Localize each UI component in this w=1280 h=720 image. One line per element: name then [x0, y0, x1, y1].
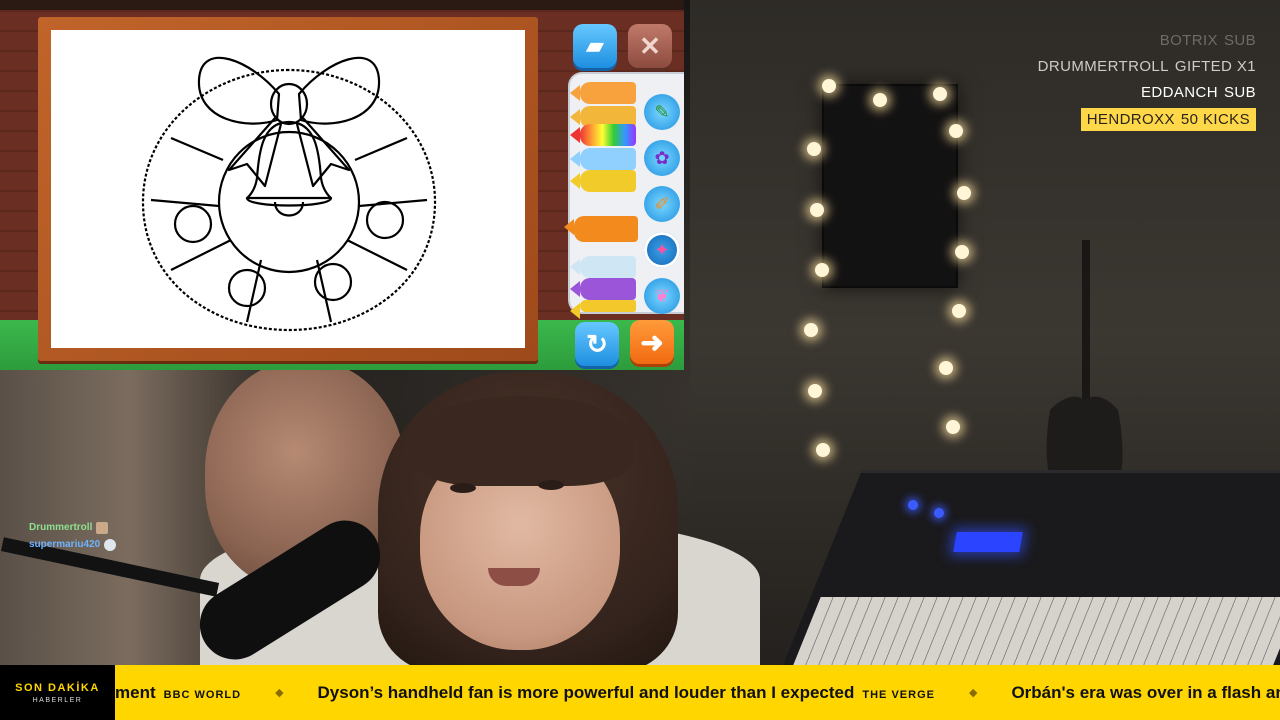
- chat-username: supermariu420: [29, 539, 101, 550]
- event-user: HENDROXX: [1086, 111, 1175, 128]
- coloring-canvas[interactable]: [51, 30, 525, 348]
- next-button[interactable]: ➜: [630, 320, 674, 364]
- crayon-pale-blue[interactable]: [570, 256, 636, 278]
- fairy-light: [946, 420, 960, 434]
- undo-button[interactable]: ↻: [575, 322, 619, 366]
- crayon-purple[interactable]: [570, 278, 636, 300]
- piano-keyboard: [780, 470, 1280, 665]
- brand-subtitle: HABERLER: [32, 696, 83, 704]
- fairy-light: [957, 186, 971, 200]
- badge-icon: [104, 538, 117, 551]
- fairy-light: [949, 124, 963, 138]
- fairy-light: [933, 87, 947, 101]
- chat-message: Drummertroll: [29, 519, 116, 536]
- keyboard-led: [908, 500, 918, 510]
- headline: ment: [115, 682, 156, 702]
- close-icon: ✕: [639, 30, 661, 61]
- fairy-light: [810, 203, 824, 217]
- coloring-game: ✎ ✿ ✐ ✦ ❦ ▰ ✕ ↻ ➜: [0, 10, 684, 370]
- chat-username: Drummertroll: [29, 522, 93, 533]
- fairy-light: [952, 304, 966, 318]
- paint-splash-icon[interactable]: ✿: [644, 140, 680, 176]
- crayon-tray: ✎ ✿ ✐ ✦ ❦: [564, 72, 684, 319]
- close-button[interactable]: ✕: [628, 24, 672, 68]
- diamond-separator-icon: ◆: [968, 687, 978, 699]
- crayon-gold[interactable]: [570, 170, 636, 192]
- ticker-item: Dyson’s handheld fan is more powerful an…: [318, 683, 935, 703]
- ticker-brand: SON DAKİKA HABERLER: [0, 665, 115, 720]
- wall-frame: [822, 84, 958, 288]
- chat-message: supermariu420: [29, 536, 117, 553]
- sticker-butterfly-icon[interactable]: ❦: [644, 278, 680, 314]
- ticker-item: ment BBC WORLD: [115, 683, 241, 703]
- keyboard-display: [953, 532, 1023, 552]
- overlay-top-edge: [0, 0, 684, 10]
- event-item: EDDANCH SUB: [1038, 80, 1256, 106]
- brush-icon[interactable]: ✐: [644, 186, 680, 222]
- fairy-light: [955, 245, 969, 259]
- event-item: BOTRIX SUB: [1038, 28, 1256, 54]
- crayon-selected-orange[interactable]: [564, 216, 638, 242]
- eraser-button[interactable]: ▰: [573, 24, 617, 68]
- fairy-light: [808, 384, 822, 398]
- child-bangs: [412, 396, 634, 486]
- fairy-light: [873, 93, 887, 107]
- keyboard-led: [934, 508, 944, 518]
- drawing-board: [38, 17, 538, 361]
- fairy-light: [816, 443, 830, 457]
- event-type: GIFTED X1: [1174, 58, 1256, 75]
- chat-overlay: Drummertroll supermariu420: [29, 519, 117, 553]
- eye: [538, 480, 564, 490]
- event-user: DRUMMERTROLL: [1037, 58, 1169, 75]
- fairy-light: [939, 361, 953, 375]
- news-ticker: SON DAKİKA HABERLER ment BBC WORLD ◆ Dys…: [0, 665, 1280, 720]
- fairy-light: [807, 142, 821, 156]
- fairy-light: [815, 263, 829, 277]
- brand-title: SON DAKİKA: [15, 681, 100, 694]
- paint-bucket-icon[interactable]: ✎: [644, 94, 680, 130]
- wreath-drawing: [141, 56, 437, 332]
- diamond-separator-icon: ◆: [275, 687, 284, 699]
- crayon-orange[interactable]: [570, 82, 636, 104]
- event-type: SUB: [1223, 84, 1256, 101]
- headline: Dyson’s handheld fan is more powerful an…: [317, 682, 855, 702]
- rainbow-brush-icon[interactable]: ✦: [644, 232, 680, 268]
- undo-icon: ↻: [586, 328, 608, 359]
- news-source: THE VERGE: [862, 688, 935, 701]
- headline: Orbán's era was over in a flash and H: [1011, 682, 1280, 702]
- ticker-item: Orbán's era was over in a flash and H: [1011, 683, 1280, 703]
- ticker-track: ment BBC WORLD ◆ Dyson’s handheld fan is…: [115, 665, 1280, 720]
- event-user: EDDANCH: [1140, 84, 1218, 101]
- event-user: BOTRIX: [1159, 32, 1218, 49]
- avatar-icon: [96, 521, 109, 534]
- crayon-rainbow[interactable]: [570, 124, 636, 146]
- eraser-icon: ▰: [586, 33, 604, 58]
- news-source: BBC WORLD: [163, 688, 242, 701]
- crayon-light-blue[interactable]: [570, 148, 636, 170]
- event-item: DRUMMERTROLL GIFTED X1: [1038, 54, 1256, 80]
- event-item-latest: HENDROXX 50 KICKS: [1080, 108, 1256, 131]
- event-type: SUB: [1223, 32, 1256, 49]
- fairy-light: [822, 79, 836, 93]
- eye: [450, 483, 476, 493]
- crayon-yellow-2[interactable]: [570, 300, 636, 319]
- event-feed: BOTRIX SUB DRUMMERTROLL GIFTED X1 EDDANCH S…: [1038, 28, 1256, 131]
- next-arrow-icon: ➜: [640, 326, 664, 358]
- event-type: 50 KICKS: [1180, 111, 1250, 128]
- fairy-light: [804, 323, 818, 337]
